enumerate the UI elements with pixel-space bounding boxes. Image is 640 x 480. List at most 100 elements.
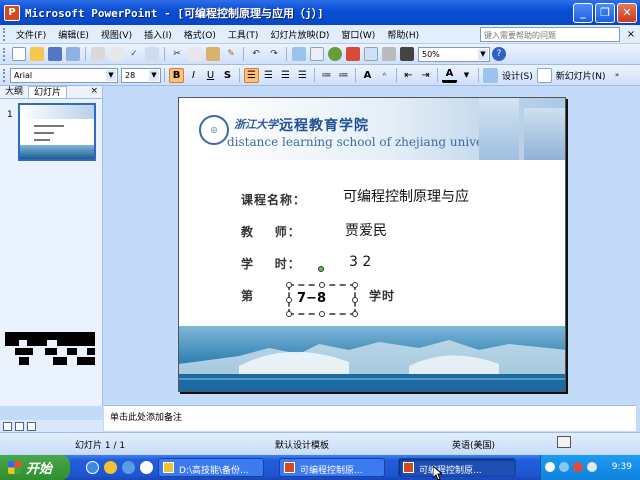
resize-handle[interactable] bbox=[319, 311, 325, 317]
new-slide-icon[interactable] bbox=[536, 67, 552, 83]
font-color-button[interactable]: A bbox=[442, 68, 457, 83]
selected-text-box[interactable]: 7−8 bbox=[286, 282, 358, 317]
chevron-down-icon[interactable]: ▼ bbox=[459, 68, 474, 83]
menu-slideshow[interactable]: 幻灯片放映(D) bbox=[264, 28, 335, 41]
redo-icon[interactable]: ↷ bbox=[267, 47, 281, 61]
toolbar-options-icon[interactable]: » bbox=[610, 68, 625, 83]
help-icon[interactable]: ? bbox=[492, 47, 506, 61]
format-painter-icon[interactable]: ✎ bbox=[224, 47, 238, 61]
chevron-right-icon[interactable] bbox=[140, 461, 153, 474]
menu-window[interactable]: 窗口(W) bbox=[335, 28, 381, 41]
insert-table-icon[interactable] bbox=[310, 47, 324, 61]
close-document-icon[interactable]: × bbox=[624, 29, 638, 40]
align-center-icon[interactable]: ☰ bbox=[261, 68, 276, 83]
volume-icon[interactable] bbox=[587, 462, 597, 472]
minimize-button[interactable]: _ bbox=[573, 2, 593, 23]
cut-icon[interactable]: ✂ bbox=[170, 47, 184, 61]
insert-diagram-icon[interactable] bbox=[346, 47, 360, 61]
week-value[interactable]: 7−8 bbox=[297, 291, 326, 306]
network-icon[interactable] bbox=[559, 462, 569, 472]
toolbar-grip[interactable] bbox=[3, 68, 6, 82]
toolbar-grip[interactable] bbox=[3, 47, 6, 61]
justify-icon[interactable]: ☰ bbox=[295, 68, 310, 83]
close-panel-icon[interactable]: × bbox=[90, 86, 102, 98]
start-button[interactable]: 开始 bbox=[0, 455, 70, 480]
spelling-status-icon[interactable] bbox=[557, 436, 571, 448]
taskbar-item-powerpoint[interactable]: 可编程控制原... bbox=[279, 458, 385, 477]
bullets-icon[interactable]: ≔ bbox=[336, 68, 351, 83]
research-icon[interactable] bbox=[145, 47, 159, 61]
increase-font-button[interactable]: A bbox=[360, 68, 375, 83]
menu-view[interactable]: 视图(V) bbox=[95, 28, 138, 41]
new-icon[interactable] bbox=[12, 47, 26, 61]
insert-picture-icon[interactable] bbox=[328, 47, 342, 61]
decrease-indent-icon[interactable]: ⇤ bbox=[401, 68, 416, 83]
tab-slides[interactable]: 幻灯片 bbox=[28, 86, 68, 98]
save-icon[interactable] bbox=[48, 47, 62, 61]
close-button[interactable]: ✕ bbox=[617, 2, 637, 23]
undo-icon[interactable]: ↶ bbox=[249, 47, 263, 61]
spelling-icon[interactable]: ✓ bbox=[127, 47, 141, 61]
print-icon[interactable] bbox=[91, 47, 105, 61]
normal-view-icon[interactable] bbox=[3, 421, 12, 431]
menu-help[interactable]: 帮助(H) bbox=[381, 28, 425, 41]
ask-question-input[interactable]: 键入需要帮助的问题 bbox=[480, 26, 620, 42]
explorer-icon[interactable] bbox=[104, 461, 117, 474]
expand-all-icon[interactable] bbox=[364, 47, 378, 61]
security-icon[interactable] bbox=[573, 462, 583, 472]
permission-icon[interactable] bbox=[66, 47, 80, 61]
numbering-icon[interactable]: ≔ bbox=[319, 68, 334, 83]
menu-edit[interactable]: 编辑(E) bbox=[52, 28, 95, 41]
rotate-handle[interactable] bbox=[318, 266, 324, 272]
copy-icon[interactable] bbox=[188, 47, 202, 61]
taskbar-item-powerpoint-active[interactable]: 可编程控制原... bbox=[398, 458, 516, 477]
hours-value[interactable]: 3 2 bbox=[349, 254, 371, 270]
italic-button[interactable]: I bbox=[186, 68, 201, 83]
color-grayscale-icon[interactable] bbox=[400, 47, 414, 61]
new-slide-button[interactable]: 新幻灯片(N) bbox=[556, 69, 606, 82]
grid-icon[interactable] bbox=[382, 47, 396, 61]
shadow-button[interactable]: S bbox=[220, 68, 235, 83]
resize-handle[interactable] bbox=[319, 282, 325, 288]
menu-file[interactable]: 文件(F) bbox=[10, 28, 52, 41]
resize-handle[interactable] bbox=[286, 282, 292, 288]
chevron-left-icon[interactable] bbox=[545, 462, 555, 472]
tab-outline[interactable]: 大纲 bbox=[0, 86, 28, 98]
align-right-icon[interactable]: ☰ bbox=[278, 68, 293, 83]
course-name-value[interactable]: 可编程控制原理与应 bbox=[343, 186, 469, 206]
slideshow-view-icon[interactable] bbox=[27, 421, 36, 431]
zoom-select[interactable]: 50% ▼ bbox=[418, 46, 490, 62]
underline-button[interactable]: U bbox=[203, 68, 218, 83]
show-desktop-icon[interactable] bbox=[122, 461, 135, 474]
restore-button[interactable]: ❐ bbox=[595, 2, 615, 23]
slide-canvas[interactable]: ◎ 浙江大学 远程教育学院 distance learning school o… bbox=[178, 97, 566, 392]
insert-chart-icon[interactable] bbox=[292, 47, 306, 61]
resize-handle[interactable] bbox=[352, 297, 358, 303]
menu-tools[interactable]: 工具(T) bbox=[222, 28, 265, 41]
menu-insert[interactable]: 插入(I) bbox=[138, 28, 178, 41]
menu-format[interactable]: 格式(O) bbox=[178, 28, 222, 41]
slide-sorter-view-icon[interactable] bbox=[15, 421, 24, 431]
bold-button[interactable]: B bbox=[169, 67, 184, 83]
slide-thumbnail[interactable] bbox=[18, 103, 96, 161]
print-preview-icon[interactable] bbox=[109, 47, 123, 61]
ie-icon[interactable] bbox=[86, 461, 99, 474]
design-button[interactable]: 设计(S) bbox=[502, 69, 533, 82]
resize-handle[interactable] bbox=[352, 311, 358, 317]
font-size-select[interactable]: 28 ▼ bbox=[121, 67, 161, 83]
resize-handle[interactable] bbox=[286, 311, 292, 317]
decrease-font-icon[interactable]: ᴬ bbox=[377, 68, 392, 83]
design-icon[interactable] bbox=[483, 67, 498, 83]
teacher-value[interactable]: 贾爱民 bbox=[345, 220, 387, 240]
notes-pane[interactable]: 单击此处添加备注 bbox=[104, 405, 636, 431]
align-left-icon[interactable]: ☰ bbox=[244, 67, 259, 83]
increase-indent-icon[interactable]: ⇥ bbox=[418, 68, 433, 83]
powerpoint-icon[interactable]: P bbox=[4, 4, 20, 21]
resize-handle[interactable] bbox=[286, 297, 292, 303]
resize-handle[interactable] bbox=[352, 282, 358, 288]
toolbar-grip[interactable] bbox=[3, 27, 6, 41]
taskbar-item-folder[interactable]: D:\高技能\备份... bbox=[158, 458, 264, 477]
font-select[interactable]: Arial ▼ bbox=[10, 67, 118, 83]
open-icon[interactable] bbox=[30, 47, 44, 61]
paste-icon[interactable] bbox=[206, 47, 220, 61]
